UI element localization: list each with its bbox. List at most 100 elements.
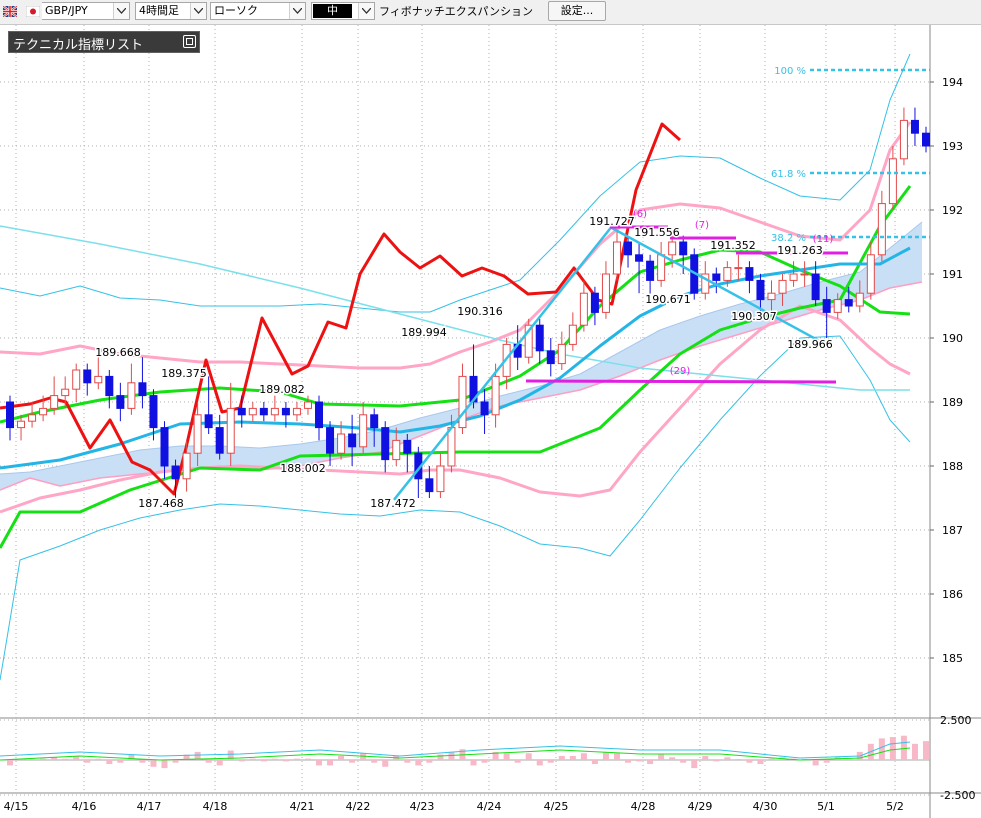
date-label: 4/25 <box>544 800 569 813</box>
wave-count-label: (6) <box>633 209 647 220</box>
chevron-down-icon <box>113 3 129 19</box>
price-axis-label: 193 <box>942 140 963 153</box>
macd-histogram-bar <box>62 758 69 760</box>
candle-body <box>745 267 754 281</box>
indicator-list-title: テクニカル指標リスト <box>13 38 144 53</box>
candle-body <box>436 465 445 493</box>
macd-histogram-bar <box>558 755 565 760</box>
macd-histogram-bar <box>900 735 907 760</box>
macd-histogram-bar <box>415 760 422 766</box>
macd-histogram-bar <box>293 758 300 760</box>
macd-histogram-bar <box>713 760 720 762</box>
macd-histogram-bar <box>724 757 731 760</box>
macd-histogram-bar <box>382 760 389 767</box>
candle-body <box>226 407 235 454</box>
macd-histogram-bar <box>658 754 665 760</box>
candle-body <box>877 203 886 256</box>
macd-histogram-bar <box>84 760 91 763</box>
macd-histogram-bar <box>669 757 676 760</box>
candle-body <box>138 382 147 397</box>
candle-body <box>204 414 213 429</box>
macd-histogram-bar <box>426 760 433 763</box>
macd-histogram-bar <box>172 760 179 763</box>
macd-histogram-bar <box>40 758 47 760</box>
macd-histogram-bar <box>569 755 576 760</box>
candle-body <box>624 241 633 256</box>
macd-histogram-bar <box>591 760 598 765</box>
date-label: 4/16 <box>72 800 97 813</box>
candle-body <box>910 119 919 134</box>
candle-body <box>844 299 853 307</box>
price-annotation: 187.468 <box>138 497 184 510</box>
price-chart[interactable]: 4/15 4/16 4/17 4/18 4/21 4/22 4/23 4/24 4/25 4/28… <box>0 25 981 818</box>
candle-body <box>292 407 301 416</box>
price-annotation: 190.316 <box>457 305 503 318</box>
date-label: 4/23 <box>410 800 435 813</box>
candle-body <box>315 401 324 429</box>
chevron-down-icon <box>358 3 374 19</box>
size-dropdown[interactable]: 中 <box>311 2 375 20</box>
price-axis-label: 187 <box>942 524 963 537</box>
candle-body <box>303 401 312 409</box>
candle-body <box>392 439 401 461</box>
macd-histogram-bar <box>150 760 157 767</box>
candle-body <box>668 241 677 256</box>
macd-histogram-bar <box>878 738 885 760</box>
toolbar: GBP/JPY 4時間足 ローソク 中 フィボナッチエクスパンション 設定... <box>0 0 981 25</box>
price-annotation: 191.556 <box>634 226 680 239</box>
candle-body <box>612 241 621 275</box>
macd-histogram-bar <box>923 741 929 760</box>
macd-histogram-bar <box>404 760 411 763</box>
candle-body <box>855 292 864 307</box>
macd-histogram-bar <box>691 760 698 769</box>
candle-body <box>359 414 368 448</box>
macd-histogram-bar <box>536 760 543 766</box>
macd-histogram-bar <box>161 760 168 769</box>
chevron-down-icon <box>289 3 305 19</box>
analysis-tool-label[interactable]: フィボナッチエクスパンション <box>379 3 533 19</box>
chevron-down-icon <box>190 3 206 19</box>
candle-body <box>83 369 92 384</box>
macd-histogram-bar <box>205 760 212 763</box>
restore-window-icon[interactable] <box>183 35 196 48</box>
candle-body <box>833 299 842 313</box>
candle-body <box>237 407 246 416</box>
candle-body <box>723 267 732 281</box>
candle-body <box>281 407 290 416</box>
macd-histogram-bar <box>271 758 278 760</box>
candle-body <box>822 299 831 313</box>
candle-body <box>28 414 37 422</box>
candle-body <box>756 279 765 301</box>
price-axis-label: 191 <box>942 268 963 281</box>
candle-body <box>800 273 809 276</box>
candle-body <box>403 439 412 454</box>
macd-histogram-bar <box>338 755 345 760</box>
candle-body <box>171 465 180 480</box>
candle-body <box>17 420 26 429</box>
chart-type-dropdown[interactable]: ローソク <box>210 2 306 20</box>
date-label: 4/18 <box>203 800 228 813</box>
date-label: 4/29 <box>688 800 713 813</box>
macd-histogram-bar <box>95 758 102 760</box>
date-label: 4/28 <box>631 800 656 813</box>
candle-body <box>72 369 81 390</box>
price-annotation: 191.727 <box>589 215 635 228</box>
wave-count-label: (7) <box>695 220 709 231</box>
macd-histogram-bar <box>889 737 896 760</box>
macd-histogram-bar <box>547 760 554 763</box>
macd-histogram-bar <box>746 760 753 763</box>
candle-body <box>61 388 70 397</box>
macd-histogram-bar <box>106 760 113 765</box>
macd-axis-label: -2.500 <box>940 789 975 802</box>
settings-button[interactable]: 設定... <box>548 1 606 21</box>
timeframe-dropdown[interactable]: 4時間足 <box>135 2 207 20</box>
fibonacci-level-label: 61.8 % <box>771 169 806 180</box>
macd-histogram-bar <box>481 760 488 763</box>
size-value: 中 <box>313 4 352 18</box>
date-label: 4/21 <box>290 800 315 813</box>
symbol-dropdown[interactable]: GBP/JPY <box>42 2 130 20</box>
technical-indicator-list-panel[interactable]: テクニカル指標リスト <box>8 31 200 53</box>
price-axis-label: 192 <box>942 204 963 217</box>
candle-body <box>734 267 743 270</box>
price-annotation: 187.472 <box>370 497 416 510</box>
